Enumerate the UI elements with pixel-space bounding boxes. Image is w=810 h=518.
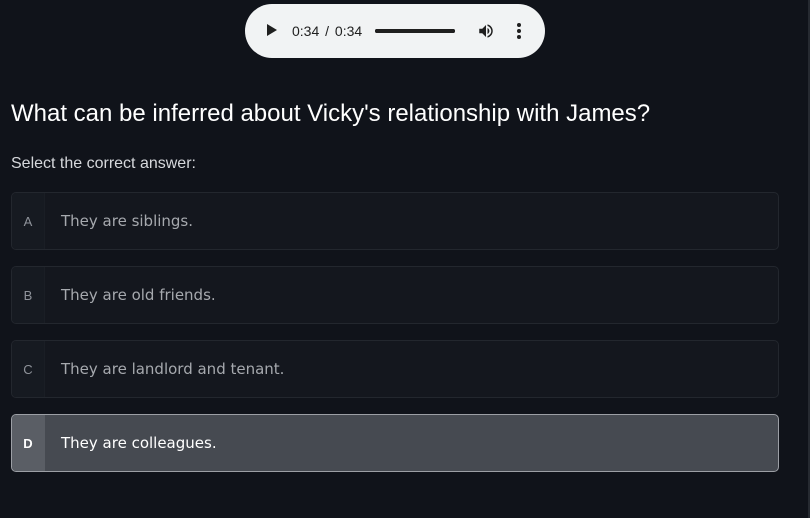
- current-time: 0:34: [292, 23, 320, 39]
- duration: 0:34: [334, 23, 363, 39]
- quiz-page: 0:34 / 0:34 What can be inferred about V…: [0, 0, 810, 518]
- answer-option-a[interactable]: A They are siblings.: [11, 192, 779, 250]
- option-letter: C: [12, 341, 45, 397]
- audio-player[interactable]: 0:34 / 0:34: [245, 4, 545, 58]
- option-letter: B: [12, 267, 45, 323]
- audio-time: 0:34 / 0:34: [292, 23, 362, 39]
- answer-option-c[interactable]: C They are landlord and tenant.: [11, 340, 779, 398]
- option-letter: A: [12, 193, 45, 249]
- question-title: What can be inferred about Vicky's relat…: [11, 100, 651, 127]
- answer-option-d[interactable]: D They are colleagues.: [11, 414, 779, 472]
- seek-slider[interactable]: [375, 29, 455, 33]
- option-text: They are landlord and tenant.: [61, 360, 285, 378]
- option-text: They are colleagues.: [61, 434, 217, 452]
- play-icon[interactable]: [267, 24, 277, 36]
- answer-instruction: Select the correct answer:: [11, 155, 196, 172]
- seek-progress: [375, 29, 455, 33]
- option-text: They are siblings.: [61, 212, 194, 230]
- answer-option-b[interactable]: B They are old friends.: [11, 266, 779, 324]
- volume-icon[interactable]: [477, 22, 495, 40]
- time-separator: /: [325, 23, 330, 39]
- answer-options: A They are siblings. B They are old frie…: [11, 192, 779, 488]
- option-letter: D: [12, 415, 45, 471]
- option-text: They are old friends.: [61, 286, 216, 304]
- more-options-icon[interactable]: [511, 22, 527, 40]
